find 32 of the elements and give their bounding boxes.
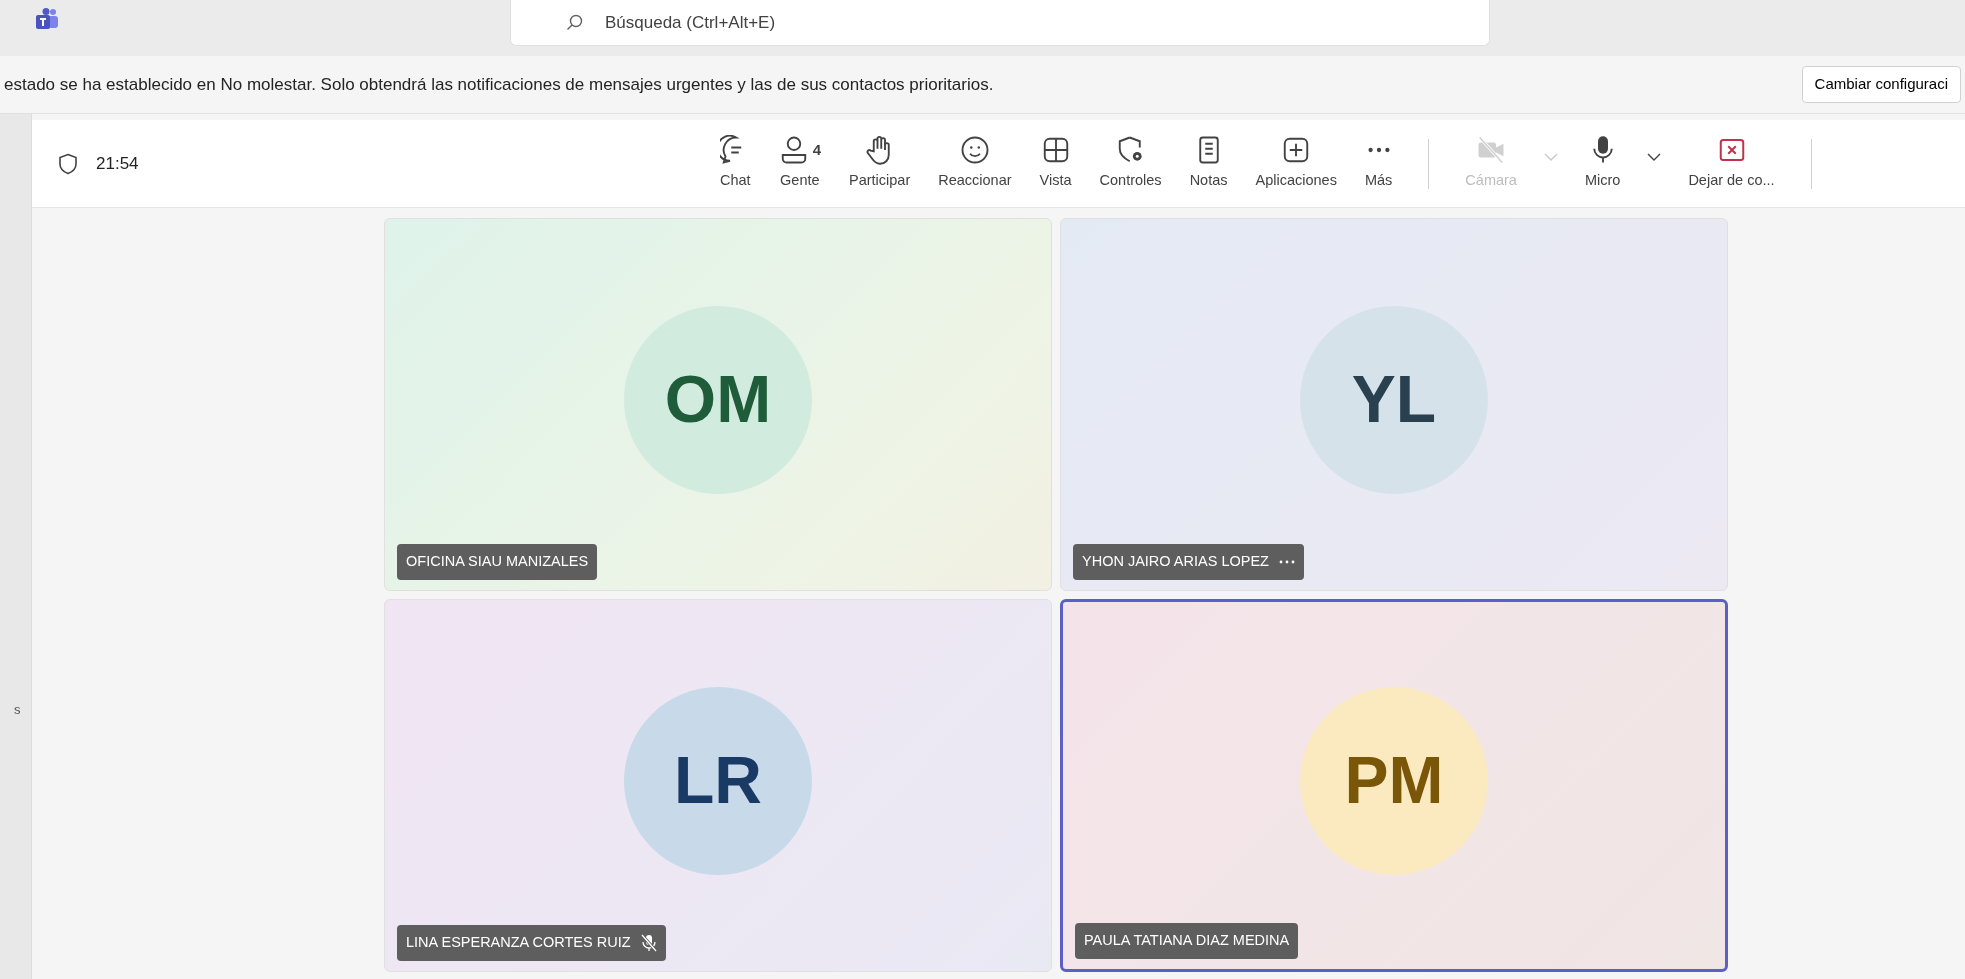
toolbar-button[interactable]: 4 Gente [772,131,827,196]
app-logo-icon[interactable] [34,8,60,30]
avatar: LR [624,686,812,875]
shield-icon [58,152,78,175]
chevron-down-icon [1646,152,1663,163]
toolbar-button[interactable]: Aplicaciones [1249,131,1343,196]
camera-off-icon [1476,135,1507,166]
more-icon[interactable] [1278,560,1295,565]
toolbar-button[interactable]: Más [1358,131,1399,196]
toolbar-button[interactable]: Reaccionar [932,131,1018,196]
more-icon [1366,147,1391,154]
participant-name: YHON JAIRO ARIAS LOPEZ [1082,552,1269,572]
chevron-down-icon [1542,152,1559,163]
sidebar-text: s [14,701,21,719]
meeting-timer: 21:54 [96,152,140,175]
participant-name: PAULA TATIANA DIAZ MEDINA [1084,931,1290,951]
avatar: YL [1300,305,1488,494]
avatar: OM [624,305,812,494]
toolbar-button[interactable]: Controles [1093,131,1168,196]
participant-name: OFICINA SIAU MANIZALES [406,552,589,572]
toolbar-button[interactable]: Micro [1578,131,1627,196]
change-settings-button[interactable]: Cambiar configuraci [1801,66,1961,103]
search-field[interactable]: Búsqueda (Ctrl+Alt+E) [510,0,1490,46]
toolbar-button[interactable]: Notas [1183,131,1234,196]
toolbar-button[interactable]: Participar [843,131,917,196]
notification-text: estado se ha establecido en No molestar. Solo obtendrá las notificaciones de mensajes urgentes y las de sus contactos prioritarios. [4,73,994,96]
toolbar-button[interactable]: Vista [1033,131,1078,196]
avatar: PM [1300,686,1488,875]
toolbar-button[interactable]: Chat [714,131,757,196]
stop-sharing-button[interactable]: Dejar de co... [1682,131,1781,196]
participant-name: LINA ESPERANZA CORTES RUIZ [406,933,631,953]
smiley-icon [959,135,990,166]
